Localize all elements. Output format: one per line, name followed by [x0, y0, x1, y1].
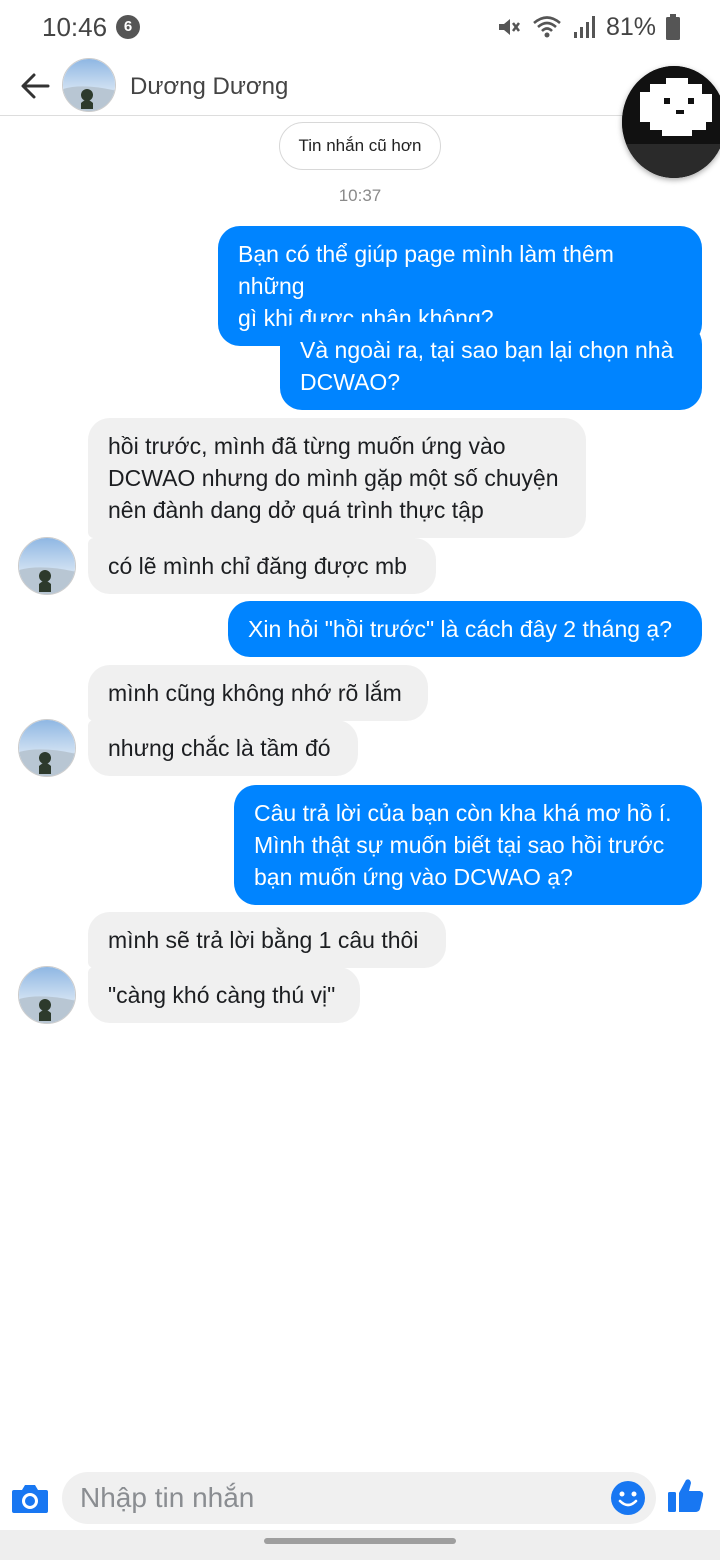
message-composer	[0, 1460, 720, 1530]
conversation-header: Dương Dương	[0, 56, 720, 116]
outgoing-message[interactable]: Câu trả lời của bạn còn kha khá mơ hồ í.…	[234, 785, 702, 905]
message-line: bạn muốn ứng vào DCWAO ạ?	[254, 864, 573, 890]
message-line: Câu trả lời của bạn còn kha khá mơ hồ í.	[254, 800, 672, 826]
older-messages-button[interactable]: Tin nhắn cũ hơn	[279, 122, 441, 170]
chat-head-bubble[interactable]	[622, 66, 720, 178]
outgoing-message[interactable]: Và ngoài ra, tại sao bạn lại chọn nhà DC…	[280, 322, 702, 410]
message-line: nên đành dang dở quá trình thực tập	[108, 497, 484, 523]
battery-percent: 81%	[605, 12, 656, 41]
notification-count-badge: 6	[116, 15, 140, 39]
mute-icon	[498, 19, 520, 35]
thumbs-up-icon[interactable]	[666, 1476, 706, 1516]
signal-icon	[573, 16, 595, 38]
home-gesture-pill[interactable]	[264, 1538, 456, 1544]
message-line: Xin hỏi "hồi trước" là cách đây 2 tháng …	[248, 616, 672, 642]
message-line: nhưng chắc là tầm đó	[108, 735, 331, 761]
battery-icon	[666, 14, 680, 40]
status-icons: 81%	[496, 12, 680, 42]
message-line: mình sẽ trả lời bằng 1 câu thôi	[108, 927, 419, 953]
wifi-icon	[533, 16, 561, 38]
message-line: Và ngoài ra, tại sao bạn lại chọn nhà	[300, 337, 674, 363]
contact-avatar[interactable]	[62, 58, 116, 112]
incoming-message[interactable]: mình sẽ trả lời bằng 1 câu thôi	[88, 912, 446, 968]
message-line: hồi trước, mình đã từng muốn ứng vào	[108, 433, 506, 459]
sender-avatar[interactable]	[18, 966, 76, 1024]
incoming-message[interactable]: có lẽ mình chỉ đăng được mb	[88, 538, 436, 594]
message-line: mình cũng không nhớ rõ lắm	[108, 680, 402, 706]
message-line: Bạn có thể giúp page mình làm thêm những	[238, 241, 614, 299]
incoming-message[interactable]: nhưng chắc là tầm đó	[88, 720, 358, 776]
message-line: DCWAO nhưng do mình gặp một số chuyện	[108, 465, 559, 491]
message-input[interactable]	[62, 1472, 656, 1524]
sender-avatar[interactable]	[18, 719, 76, 777]
message-line: DCWAO?	[300, 369, 401, 395]
system-navigation-bar	[0, 1530, 720, 1560]
incoming-message[interactable]: mình cũng không nhớ rõ lắm	[88, 665, 428, 721]
message-line: "càng khó càng thú vị"	[108, 982, 336, 1008]
message-line: có lẽ mình chỉ đăng được mb	[108, 553, 407, 579]
back-arrow-icon[interactable]	[18, 68, 54, 104]
camera-icon[interactable]	[10, 1480, 50, 1516]
incoming-message[interactable]: "càng khó càng thú vị"	[88, 967, 360, 1023]
status-time: 10:46	[42, 12, 108, 42]
message-timestamp: 10:37	[338, 186, 382, 205]
contact-name[interactable]: Dương Dương	[130, 73, 288, 101]
sender-avatar[interactable]	[18, 537, 76, 595]
status-bar: 10:46 6 81%	[0, 0, 720, 56]
message-line: Mình thật sự muốn biết tại sao hồi trước	[254, 832, 665, 858]
incoming-message[interactable]: hồi trước, mình đã từng muốn ứng vào DCW…	[88, 418, 586, 538]
emoji-icon[interactable]	[610, 1480, 646, 1516]
outgoing-message[interactable]: Xin hỏi "hồi trước" là cách đây 2 tháng …	[228, 601, 702, 657]
